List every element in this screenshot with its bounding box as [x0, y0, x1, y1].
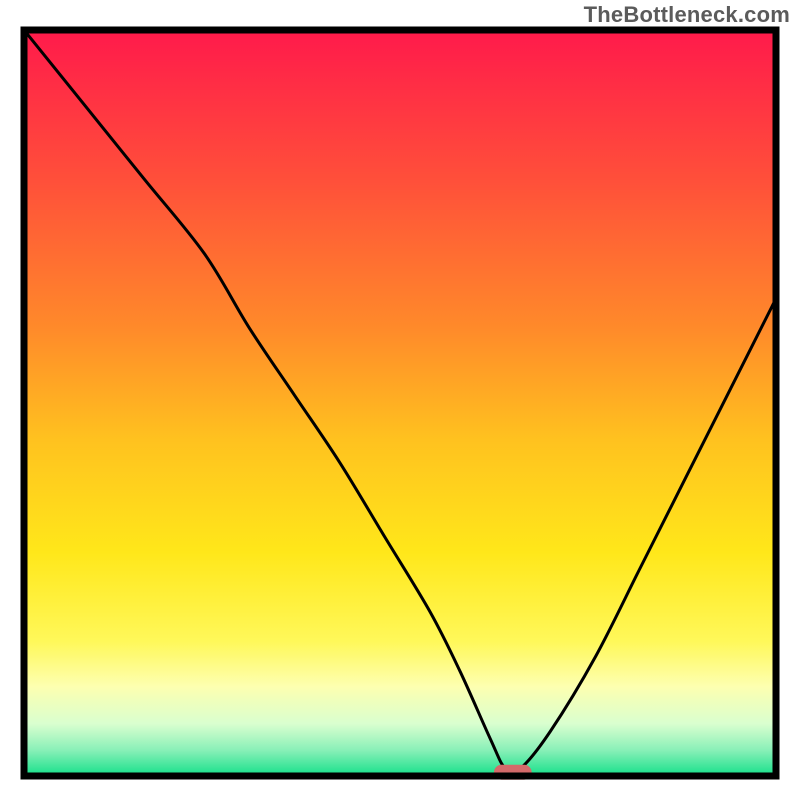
plot-background	[24, 30, 776, 776]
bottleneck-chart	[0, 0, 800, 800]
watermark-label: TheBottleneck.com	[584, 2, 790, 28]
chart-container: TheBottleneck.com	[0, 0, 800, 800]
